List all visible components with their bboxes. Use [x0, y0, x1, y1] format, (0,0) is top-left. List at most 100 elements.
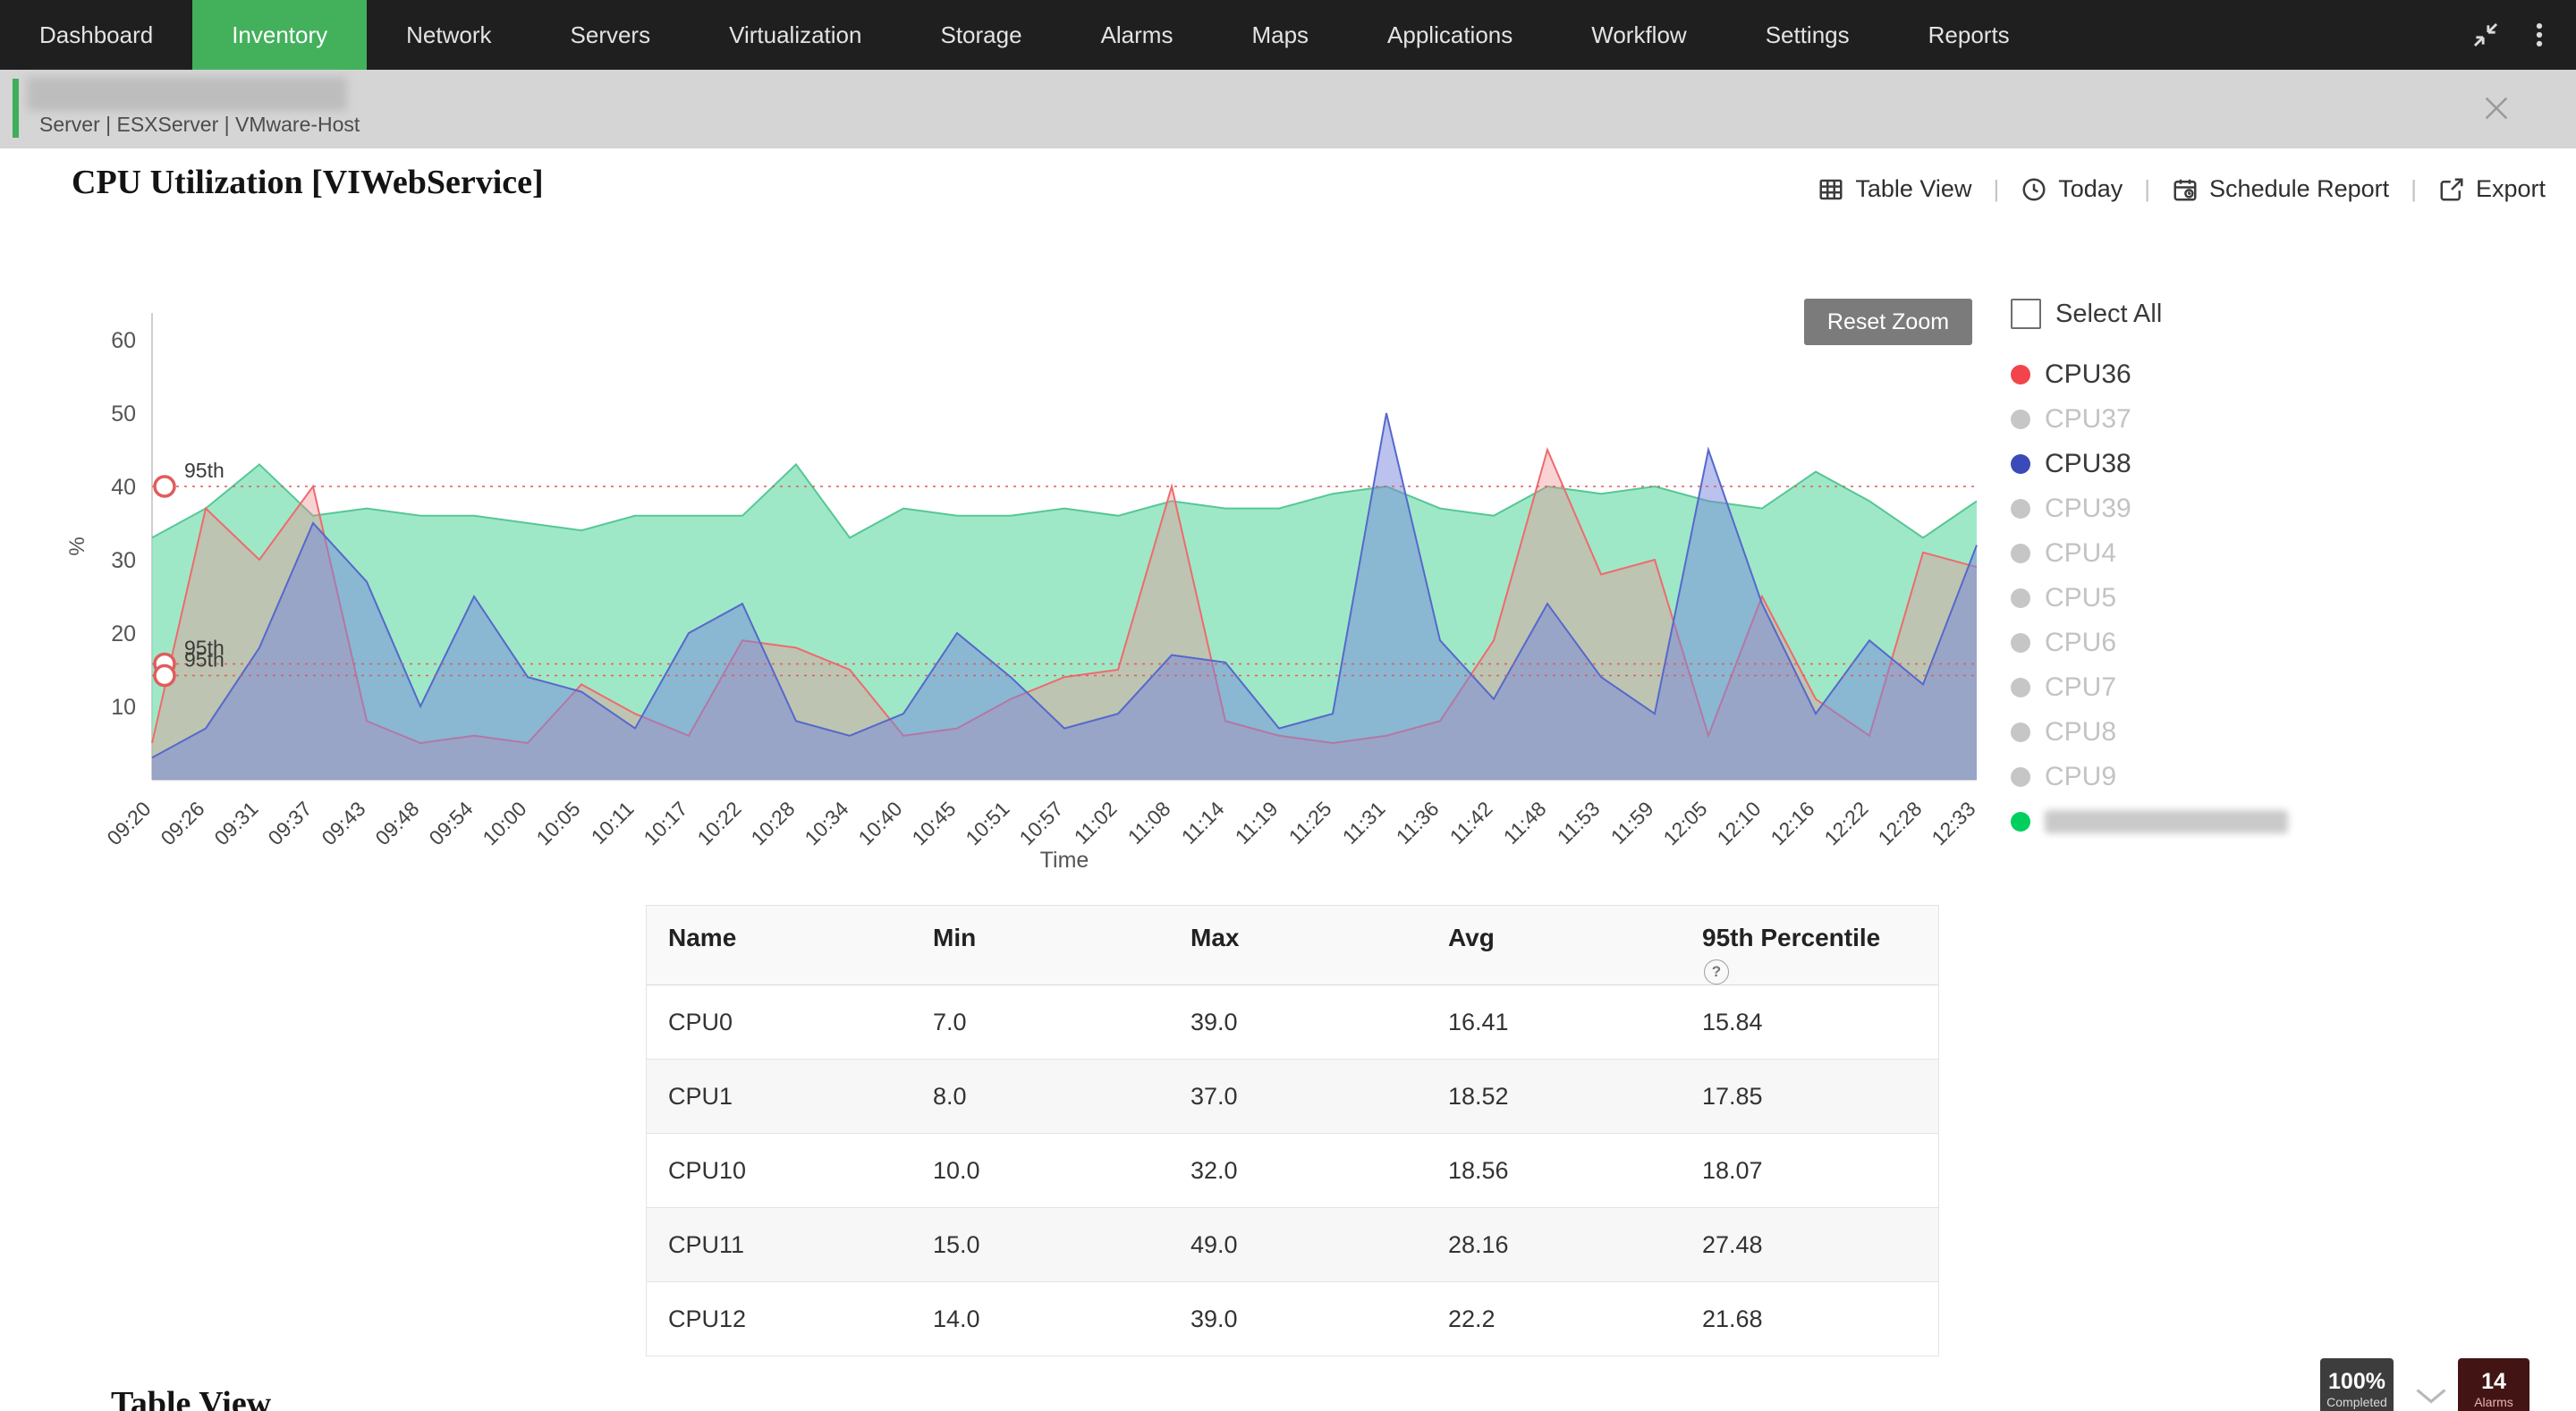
nav-item-network[interactable]: Network [367, 0, 530, 70]
legend-label: CPU5 [2045, 583, 2116, 613]
cell-95th: 15.84 [1681, 1009, 1936, 1036]
cell-min: 7.0 [911, 1009, 1169, 1036]
table-view-label: Table View [1855, 175, 1971, 203]
legend-item-cpu5[interactable]: CPU5 [2011, 576, 2547, 621]
cell-95th: 21.68 [1681, 1305, 1936, 1333]
nav-item-reports[interactable]: Reports [1889, 0, 2049, 70]
cell-min: 15.0 [911, 1231, 1169, 1259]
export-button[interactable]: Export [2438, 175, 2546, 203]
nav-item-inventory[interactable]: Inventory [192, 0, 367, 70]
reset-zoom-button[interactable]: Reset Zoom [1804, 299, 1972, 345]
collapse-icon[interactable] [2465, 14, 2506, 55]
legend-item-blurred[interactable] [2011, 799, 2547, 844]
alarms-label: Alarms [2474, 1394, 2513, 1410]
discovery-progress-badge[interactable]: 100% Completed [2320, 1358, 2394, 1411]
nav-item-servers[interactable]: Servers [531, 0, 691, 70]
select-all-control[interactable]: Select All [2011, 299, 2547, 329]
table-row: CPU0 7.0 39.0 16.41 15.84 [647, 985, 1938, 1060]
nav-item-alarms[interactable]: Alarms [1062, 0, 1213, 70]
col-header-avg: Avg [1427, 906, 1681, 984]
legend-label: CPU38 [2045, 449, 2131, 479]
status-accent-bar [13, 79, 19, 138]
cell-avg: 22.2 [1427, 1305, 1681, 1333]
legend-label: CPU4 [2045, 538, 2116, 569]
nav-item-workflow[interactable]: Workflow [1552, 0, 1725, 70]
nav-item-applications[interactable]: Applications [1348, 0, 1552, 70]
legend-item-cpu38[interactable]: CPU38 [2011, 442, 2547, 486]
table-row: CPU11 15.0 49.0 28.16 27.48 [647, 1208, 1938, 1282]
col-header-max: Max [1169, 906, 1427, 984]
svg-text:09:37: 09:37 [263, 797, 316, 849]
kebab-menu-icon[interactable] [2519, 14, 2560, 55]
nav-item-virtualization[interactable]: Virtualization [690, 0, 901, 70]
series-color-dot [2011, 633, 2030, 653]
nav-item-settings[interactable]: Settings [1726, 0, 1889, 70]
nav-item-maps[interactable]: Maps [1212, 0, 1348, 70]
period-today-button[interactable]: Today [2021, 175, 2123, 203]
col-header-95th: 95th Percentile ? [1681, 906, 1936, 984]
svg-text:10:11: 10:11 [587, 797, 639, 849]
schedule-report-button[interactable]: Schedule Report [2172, 175, 2389, 203]
svg-text:Time: Time [1040, 848, 1089, 873]
series-legend: Select All CPU36 CPU37 CPU38 CPU39 CPU4 … [2011, 299, 2547, 844]
legend-item-cpu6[interactable]: CPU6 [2011, 621, 2547, 665]
table-row: CPU12 14.0 39.0 22.2 21.68 [647, 1282, 1938, 1356]
alarms-count-badge[interactable]: 14 Alarms [2458, 1358, 2529, 1411]
svg-text:10:22: 10:22 [692, 797, 745, 849]
legend-item-cpu9[interactable]: CPU9 [2011, 755, 2547, 799]
svg-text:10:45: 10:45 [907, 797, 960, 849]
alarms-value: 14 [2481, 1369, 2506, 1394]
legend-item-cpu4[interactable]: CPU4 [2011, 531, 2547, 576]
cpu-utilization-chart[interactable]: 102030405060%95th95th95th09:2009:2609:31… [54, 288, 1986, 885]
chart-canvas[interactable]: 102030405060%95th95th95th09:2009:2609:31… [54, 288, 1986, 885]
svg-text:95th: 95th [184, 459, 225, 482]
period-today-label: Today [2058, 175, 2123, 203]
progress-label: Completed [2326, 1394, 2387, 1410]
legend-label: CPU36 [2045, 359, 2131, 390]
series-color-dot [2011, 588, 2030, 608]
blurred-legend-label [2045, 810, 2288, 833]
cell-avg: 28.16 [1427, 1231, 1681, 1259]
svg-text:11:31: 11:31 [1338, 797, 1390, 849]
nav-item-dashboard[interactable]: Dashboard [0, 0, 192, 70]
svg-text:10:34: 10:34 [800, 797, 852, 849]
legend-item-cpu36[interactable]: CPU36 [2011, 352, 2547, 397]
cell-min: 8.0 [911, 1083, 1169, 1111]
svg-text:11:19: 11:19 [1231, 797, 1283, 849]
legend-item-cpu39[interactable]: CPU39 [2011, 486, 2547, 531]
table-view-button[interactable]: Table View [1818, 175, 1971, 203]
app-window: Dashboard Inventory Network Servers Virt… [0, 0, 2576, 1411]
legend-item-cpu7[interactable]: CPU7 [2011, 665, 2547, 710]
svg-text:12:10: 12:10 [1712, 797, 1765, 849]
svg-text:11:53: 11:53 [1553, 797, 1605, 849]
svg-text:40: 40 [111, 475, 136, 500]
svg-text:10:57: 10:57 [1014, 797, 1067, 849]
svg-text:11:48: 11:48 [1499, 797, 1551, 849]
legend-item-cpu8[interactable]: CPU8 [2011, 710, 2547, 755]
close-icon[interactable] [2474, 86, 2519, 131]
help-icon[interactable]: ? [1704, 959, 1729, 984]
svg-text:95th: 95th [184, 648, 225, 672]
svg-text:09:31: 09:31 [209, 797, 262, 849]
cell-avg: 18.52 [1427, 1083, 1681, 1111]
legend-item-cpu37[interactable]: CPU37 [2011, 397, 2547, 442]
legend-label: CPU9 [2045, 762, 2116, 792]
clock-icon [2021, 176, 2047, 203]
legend-label: CPU7 [2045, 672, 2116, 703]
svg-text:11:08: 11:08 [1123, 797, 1175, 849]
svg-text:11:25: 11:25 [1284, 797, 1336, 849]
cell-avg: 16.41 [1427, 1009, 1681, 1036]
series-color-dot [2011, 767, 2030, 787]
select-all-checkbox[interactable] [2011, 299, 2041, 329]
col-header-name: Name [647, 906, 911, 984]
svg-text:09:20: 09:20 [102, 797, 155, 849]
nav-right-icons [2465, 0, 2576, 70]
svg-text:11:36: 11:36 [1392, 797, 1444, 849]
cell-max: 39.0 [1169, 1009, 1427, 1036]
chevron-down-icon[interactable] [2415, 1386, 2447, 1410]
table-row: CPU1 8.0 37.0 18.52 17.85 [647, 1060, 1938, 1134]
toolbar-separator: | [2144, 175, 2150, 203]
svg-text:10:17: 10:17 [639, 797, 691, 849]
nav-item-storage[interactable]: Storage [901, 0, 1061, 70]
svg-text:10:40: 10:40 [853, 797, 906, 849]
